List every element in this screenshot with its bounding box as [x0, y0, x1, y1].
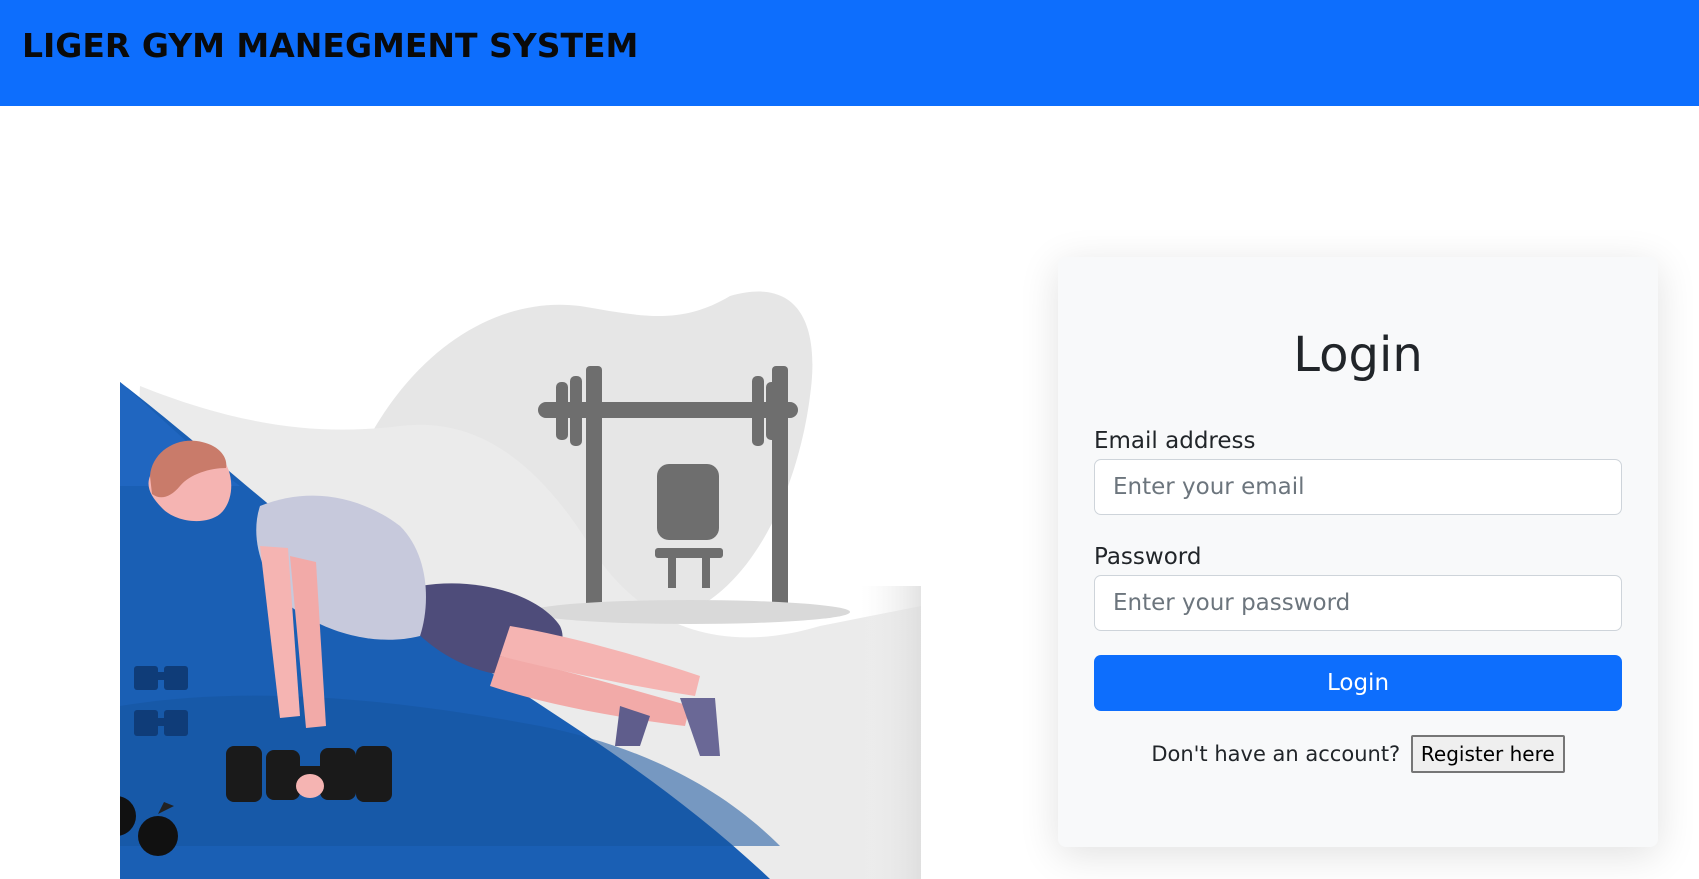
- register-row: Don't have an account? Register here: [1058, 735, 1658, 773]
- brand-title: LIGER GYM MANEGMENT SYSTEM: [22, 26, 639, 65]
- login-button[interactable]: Login: [1094, 655, 1622, 711]
- register-prompt: Don't have an account?: [1151, 742, 1401, 766]
- password-label: Password: [1094, 544, 1202, 570]
- login-card: Login Email address Password Login Don't…: [1058, 257, 1658, 847]
- password-field[interactable]: [1094, 575, 1622, 631]
- email-field[interactable]: [1094, 459, 1622, 515]
- navbar: LIGER GYM MANEGMENT SYSTEM: [0, 0, 1699, 106]
- email-label: Email address: [1094, 428, 1256, 454]
- login-title: Login: [1293, 327, 1423, 383]
- register-button[interactable]: Register here: [1410, 735, 1565, 773]
- gym-illustration: [120, 286, 921, 879]
